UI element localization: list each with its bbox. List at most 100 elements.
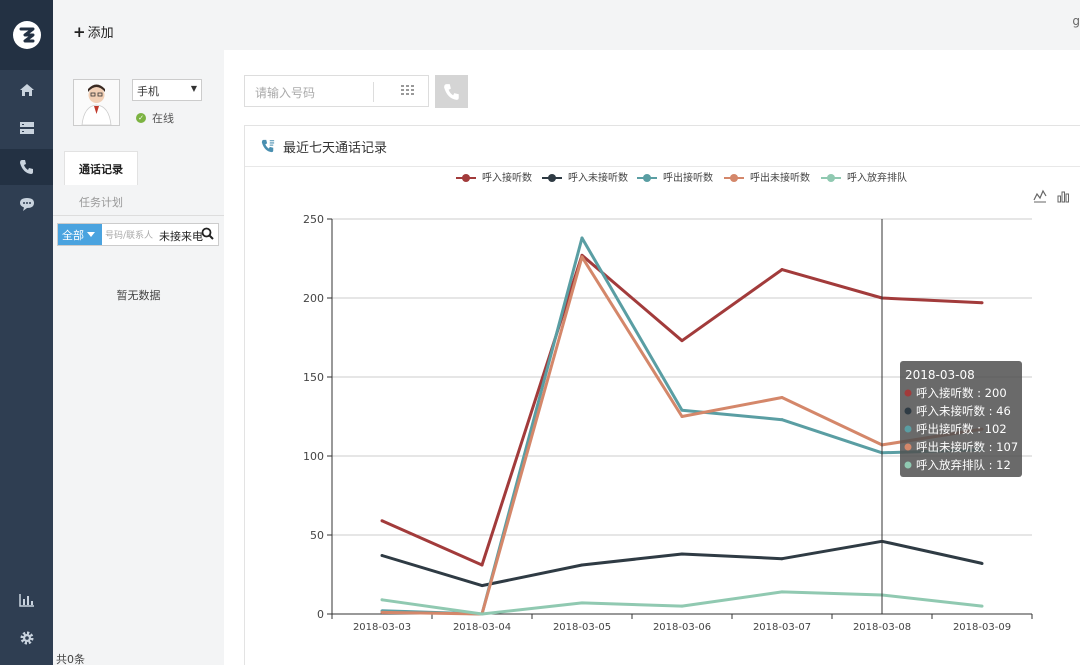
- search-icon[interactable]: [201, 227, 214, 240]
- legend-marker[interactable]: [462, 174, 470, 182]
- data-point[interactable]: [980, 301, 984, 305]
- series-line: [381, 590, 983, 616]
- record-count: 共0条: [56, 653, 85, 665]
- phone-number-placeholder: 请输入号码: [255, 86, 316, 100]
- data-point[interactable]: [780, 268, 784, 272]
- sidebar-nav: [0, 0, 53, 665]
- add-label: 添加: [87, 26, 114, 41]
- data-point[interactable]: [980, 561, 984, 565]
- x-tick-label: 2018-03-08: [853, 622, 911, 633]
- bar-chart-toggle-icon[interactable]: [1057, 191, 1069, 203]
- tooltip-marker: [904, 425, 912, 433]
- nav-reports[interactable]: [0, 582, 53, 618]
- filter-missed-calls[interactable]: 未接来电: [159, 228, 203, 244]
- legend-marker[interactable]: [643, 174, 651, 182]
- y-tick-label: 250: [303, 213, 324, 226]
- data-point[interactable]: [380, 598, 384, 602]
- data-point[interactable]: [480, 584, 484, 588]
- nav-calls[interactable]: [0, 149, 53, 185]
- tooltip-row: 呼入未接听数 : 46: [916, 404, 1011, 418]
- data-point[interactable]: [680, 604, 684, 608]
- home-icon: [19, 84, 34, 96]
- data-point[interactable]: [980, 604, 984, 608]
- x-tick-label: 2018-03-03: [353, 622, 411, 633]
- app-logo[interactable]: [0, 0, 53, 70]
- device-value: 手机: [137, 85, 159, 98]
- divider: [53, 215, 224, 216]
- tab-call-records[interactable]: 通话记录: [64, 151, 138, 185]
- tooltip-row: 呼出接听数 : 102: [916, 422, 1007, 436]
- server-icon: [19, 122, 34, 134]
- nav-settings[interactable]: [0, 620, 53, 656]
- filter-search-input[interactable]: 号码/联系人: [105, 228, 153, 241]
- tooltip-row: 呼入放弃排队 : 12: [916, 458, 1011, 472]
- add-button[interactable]: + 添加: [73, 22, 114, 41]
- call-button[interactable]: [435, 75, 468, 108]
- phone-log-icon: [261, 139, 275, 153]
- nav-home[interactable]: [0, 72, 53, 108]
- data-point[interactable]: [580, 236, 584, 240]
- tooltip-row: 呼出未接听数 : 107: [916, 440, 1018, 454]
- filter-all-dropdown[interactable]: 全部: [58, 224, 102, 245]
- data-point[interactable]: [580, 255, 584, 259]
- y-tick-label: 200: [303, 292, 324, 305]
- legend-label[interactable]: 呼入未接听数: [568, 171, 628, 184]
- legend-marker[interactable]: [730, 174, 738, 182]
- online-status: ✓ 在线: [136, 110, 174, 126]
- chat-icon: [19, 197, 34, 211]
- series-line: [381, 236, 983, 616]
- legend-marker[interactable]: [827, 174, 835, 182]
- data-point[interactable]: [580, 601, 584, 605]
- card-title: 最近七天通话记录: [283, 140, 388, 156]
- y-tick-label: 100: [303, 450, 324, 463]
- legend-label[interactable]: 呼入放弃排队: [847, 171, 907, 184]
- empty-state: 暂无数据: [116, 289, 161, 302]
- chart-legend: 呼入接听数 呼入未接听数 呼出接听数 呼出未接听数 呼入放弃排队: [456, 171, 907, 184]
- user-avatar-icon: [74, 80, 119, 126]
- data-point[interactable]: [680, 408, 684, 412]
- x-tick-label: 2018-03-09: [953, 622, 1011, 633]
- bar-chart-icon: [18, 594, 34, 607]
- series-line: [381, 539, 983, 588]
- avatar[interactable]: [73, 79, 120, 126]
- data-point[interactable]: [780, 396, 784, 400]
- plus-icon: +: [73, 22, 86, 41]
- data-point[interactable]: [680, 415, 684, 418]
- data-point[interactable]: [380, 610, 384, 614]
- device-select[interactable]: 手机 ▼: [132, 79, 202, 101]
- nav-server[interactable]: [0, 110, 53, 146]
- data-point[interactable]: [580, 563, 584, 567]
- x-tick-label: 2018-03-05: [553, 622, 611, 633]
- phone-number-input[interactable]: 请输入号码: [244, 75, 429, 107]
- data-point[interactable]: [780, 418, 784, 422]
- data-point[interactable]: [380, 519, 384, 523]
- legend-label[interactable]: 呼出未接听数: [750, 171, 810, 184]
- chart-series: [380, 236, 984, 616]
- legend-label[interactable]: 呼入接听数: [482, 171, 532, 184]
- chart-toolbox: [1033, 189, 1069, 203]
- legend-label[interactable]: 呼出接听数: [663, 171, 713, 184]
- user-menu[interactable]: g: [1072, 14, 1080, 28]
- tooltip-marker: [904, 461, 912, 469]
- caret-down-icon: [87, 232, 95, 237]
- tab-task-plan[interactable]: 任务计划: [64, 185, 138, 219]
- data-point[interactable]: [780, 557, 784, 561]
- line-chart-toggle-icon[interactable]: [1033, 189, 1047, 203]
- phone-icon: [19, 160, 33, 174]
- legend-marker[interactable]: [548, 174, 556, 182]
- logo-icon: [12, 21, 41, 49]
- data-point[interactable]: [680, 552, 684, 556]
- dialpad-icon[interactable]: [401, 85, 415, 97]
- data-point[interactable]: [480, 612, 484, 616]
- data-point[interactable]: [480, 563, 484, 567]
- tooltip-title: 2018-03-08: [905, 368, 975, 382]
- y-tick-label: 150: [303, 371, 324, 384]
- top-bar: g: [224, 0, 1080, 50]
- gear-icon: [20, 631, 33, 645]
- check-circle-icon: ✓: [136, 113, 146, 123]
- data-point[interactable]: [680, 339, 684, 343]
- tooltip-marker: [904, 443, 912, 451]
- data-point[interactable]: [380, 554, 384, 558]
- nav-messages[interactable]: [0, 186, 53, 222]
- data-point[interactable]: [780, 590, 784, 594]
